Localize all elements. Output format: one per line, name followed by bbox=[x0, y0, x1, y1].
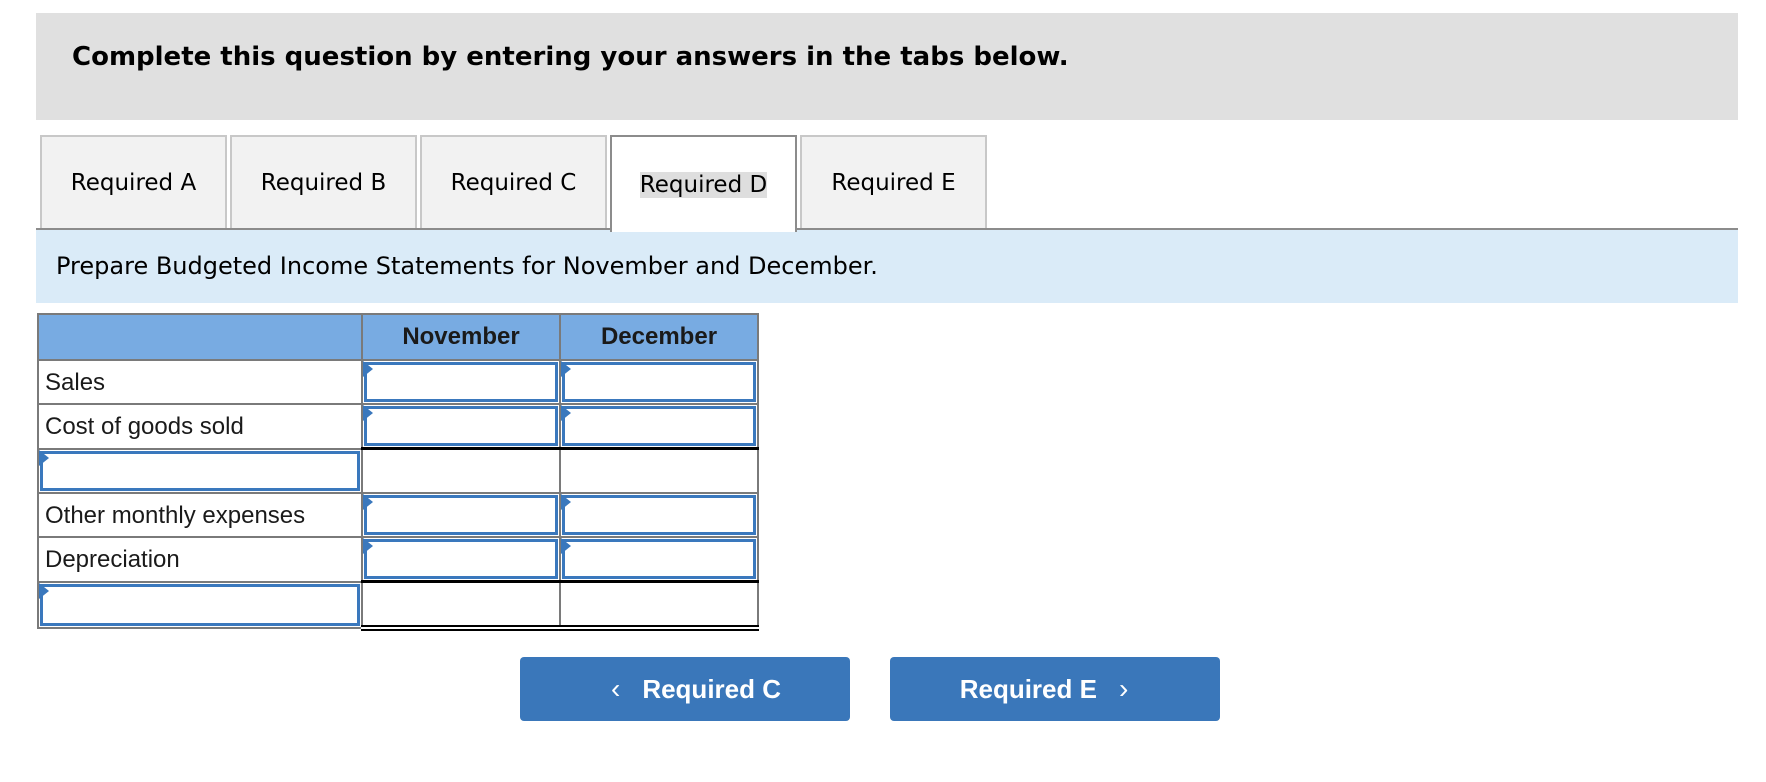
cogs-november-input[interactable] bbox=[364, 406, 558, 446]
next-button-label: Required E bbox=[959, 673, 1097, 704]
input-flag-icon bbox=[561, 494, 571, 510]
tab-required-a[interactable]: Required A bbox=[40, 135, 227, 229]
tab-label: Required C bbox=[450, 170, 577, 196]
tab-required-c[interactable]: Required C bbox=[420, 135, 607, 229]
header-label-col bbox=[37, 313, 363, 361]
subtotal-november-cell bbox=[361, 447, 561, 494]
prompt-banner: Prepare Budgeted Income Statements for N… bbox=[36, 230, 1738, 303]
prev-required-c-button[interactable]: ‹ Required C bbox=[520, 657, 850, 721]
table-row-depreciation: Depreciation bbox=[37, 536, 759, 583]
tab-label: Required E bbox=[831, 170, 956, 196]
tab-label: Required D bbox=[639, 171, 768, 198]
net-income-november-cell bbox=[361, 580, 561, 631]
row-label: Depreciation bbox=[45, 546, 180, 573]
sales-december-input[interactable] bbox=[562, 362, 756, 402]
tab-required-d[interactable]: Required D bbox=[610, 135, 797, 232]
table-row-other-expenses: Other monthly expenses bbox=[37, 492, 759, 538]
subtotal-label-input[interactable] bbox=[40, 450, 360, 491]
input-flag-icon bbox=[363, 361, 373, 377]
header-december: December bbox=[559, 313, 759, 361]
table-row-sales: Sales bbox=[37, 359, 759, 405]
input-flag-icon bbox=[363, 538, 373, 554]
instruction-text: Complete this question by entering your … bbox=[72, 42, 1069, 72]
depreciation-november-input[interactable] bbox=[364, 539, 558, 579]
table-row-subtotal bbox=[37, 447, 759, 494]
next-required-e-button[interactable]: Required E › bbox=[890, 657, 1220, 721]
other-expenses-december-input[interactable] bbox=[562, 495, 756, 535]
net-income-december-cell bbox=[559, 580, 759, 631]
other-expenses-november-input[interactable] bbox=[364, 495, 558, 535]
chevron-right-icon: › bbox=[1118, 673, 1129, 704]
prev-button-label: Required C bbox=[642, 673, 781, 704]
header-november: November bbox=[361, 313, 561, 361]
tab-required-b[interactable]: Required B bbox=[230, 135, 417, 229]
input-flag-icon bbox=[561, 538, 571, 554]
row-label: Other monthly expenses bbox=[45, 502, 306, 529]
tab-label: Required B bbox=[260, 170, 387, 196]
tab-label: Required A bbox=[70, 170, 197, 196]
depreciation-december-input[interactable] bbox=[562, 539, 756, 579]
table-row-cogs: Cost of goods sold bbox=[37, 403, 759, 450]
row-label: Cost of goods sold bbox=[45, 413, 244, 440]
tab-required-e[interactable]: Required E bbox=[800, 135, 987, 229]
instruction-panel: Complete this question by entering your … bbox=[36, 13, 1738, 120]
chevron-left-icon: ‹ bbox=[610, 673, 621, 704]
income-statement-table: November December Sales Cost of goods so… bbox=[37, 313, 759, 631]
input-flag-icon bbox=[561, 361, 571, 377]
table-header-row: November December bbox=[37, 313, 759, 361]
input-flag-icon bbox=[39, 582, 49, 599]
prompt-text: Prepare Budgeted Income Statements for N… bbox=[56, 252, 878, 280]
sales-november-input[interactable] bbox=[364, 362, 558, 402]
table-row-net-income bbox=[37, 580, 759, 631]
subtotal-december-cell bbox=[559, 447, 759, 494]
input-flag-icon bbox=[39, 449, 49, 466]
cogs-december-input[interactable] bbox=[562, 406, 756, 446]
net-income-label-input[interactable] bbox=[40, 583, 360, 626]
input-flag-icon bbox=[363, 494, 373, 510]
input-flag-icon bbox=[363, 405, 373, 421]
row-label: Sales bbox=[45, 369, 106, 396]
input-flag-icon bbox=[561, 405, 571, 421]
